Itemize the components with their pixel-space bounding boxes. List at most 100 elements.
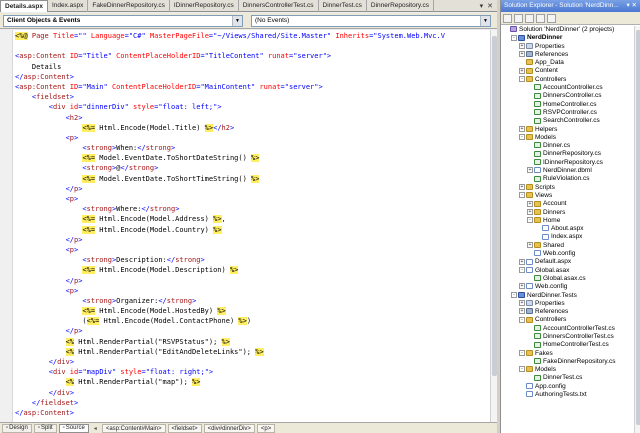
breadcrumb[interactable]: <p> [256,423,276,433]
code-line[interactable]: <%= Model.EventDate.ToShortTimeString() … [15,174,445,184]
document-tab[interactable]: Index.aspx [48,0,89,12]
code-line[interactable]: <%@ Page Title="" Language="C#" MasterPa… [15,31,445,41]
tree-node[interactable]: DinnersController.cs [501,92,634,100]
expand-icon[interactable]: + [519,308,525,315]
expand-icon[interactable]: + [519,42,525,49]
code-line[interactable]: Details [15,62,445,72]
code-text[interactable]: <%@ Page Title="" Language="C#" MasterPa… [15,31,445,418]
code-line[interactable]: <% Html.RenderPartial("EditAndDeleteLink… [15,347,445,357]
code-line[interactable] [15,41,445,51]
collapse-icon[interactable]: - [511,291,517,298]
code-line[interactable]: <%= Html.Encode(Model.Address) %>, [15,214,445,224]
tab-dropdown-icon[interactable]: ▾ [480,2,484,10]
tree-node[interactable]: App.config [501,383,634,391]
document-tab[interactable]: Details.aspx [0,0,48,12]
tree-node[interactable]: - Models [501,134,634,142]
scrollbar-thumb[interactable] [492,36,497,376]
code-line[interactable]: </p> [15,235,445,245]
expand-icon[interactable]: + [519,283,525,290]
code-line[interactable]: <p> [15,133,445,143]
editor-vertical-scrollbar[interactable] [490,30,497,422]
view-split-button[interactable]: ▫ Split [33,423,57,433]
code-line[interactable]: <strong>Description:</strong> [15,255,445,265]
code-line[interactable]: </p> [15,184,445,194]
view-designer-icon[interactable] [547,14,556,23]
breadcrumb-scroll-icon[interactable]: ◂ [91,425,100,432]
expand-icon[interactable]: + [519,300,525,307]
code-line[interactable]: <%= Model.EventDate.ToShortDateString() … [15,153,445,163]
code-line[interactable]: <% Html.RenderPartial("RSVPStatus"); %> [15,337,445,347]
code-line[interactable]: <% Html.RenderPartial("map"); %> [15,377,445,387]
code-line[interactable]: </fieldset> [15,398,445,408]
tree-node[interactable]: + Shared [501,242,634,250]
expand-icon[interactable]: + [519,51,525,58]
view-source-button[interactable]: ▫ Source [58,423,89,433]
breadcrumb[interactable]: <asp:Content#Main> [101,423,166,433]
tree-node[interactable]: DinnerTest.cs [501,374,634,382]
expand-icon[interactable]: + [527,167,533,174]
tree-node[interactable]: + Properties [501,300,634,308]
tree-node[interactable]: Dinner.cs [501,142,634,150]
tree-node[interactable]: - Home [501,217,634,225]
tree-node[interactable]: - Controllers [501,76,634,84]
tree-node[interactable]: - Fakes [501,350,634,358]
code-line[interactable]: <h2> [15,113,445,123]
tree-node[interactable]: - NerdDinner [501,34,634,42]
view-design-button[interactable]: ▫ Design [2,423,32,433]
tree-node[interactable]: - Views [501,192,634,200]
code-line[interactable]: </p> [15,276,445,286]
code-line[interactable]: <asp:Content ID="Main" ContentPlaceHolde… [15,82,445,92]
tree-node[interactable]: AccountController.cs [501,84,634,92]
events-dropdown[interactable]: (No Events) ▼ [251,15,491,27]
document-tab[interactable]: DinnersControllerTest.cs [239,0,319,12]
code-line[interactable]: <div id="mapDiv" style="float: right;"> [15,367,445,377]
code-line[interactable]: <p> [15,286,445,296]
tree-node[interactable]: App_Data [501,59,634,67]
code-line[interactable]: </div> [15,357,445,367]
collapse-icon[interactable]: - [519,366,525,373]
code-line[interactable]: <%= Html.Encode(Model.Title) %></h2> [15,123,445,133]
tree-node[interactable]: + Helpers [501,126,634,134]
chevron-down-icon[interactable]: ▼ [232,16,242,26]
code-line[interactable]: <%= Html.Encode(Model.HostedBy) %> [15,306,445,316]
tree-node[interactable]: + Scripts [501,184,634,192]
refresh-icon[interactable] [525,14,534,23]
breadcrumb[interactable]: <fieldset> [167,423,202,433]
code-line[interactable]: <fieldset> [15,92,445,102]
tree-node[interactable]: + Default.aspx [501,258,634,266]
document-tab[interactable]: DinnerTest.cs [319,0,367,12]
tree-node[interactable]: FakeDinnerRepository.cs [501,358,634,366]
collapse-icon[interactable]: - [527,217,533,224]
code-line[interactable]: <p> [15,245,445,255]
collapse-icon[interactable]: - [519,316,525,323]
tree-node[interactable]: IDinnerRepository.cs [501,159,634,167]
code-line[interactable]: <strong>@</strong> [15,163,445,173]
tree-node[interactable]: SearchController.cs [501,117,634,125]
code-line[interactable]: <%= Html.Encode(Model.Description) %> [15,265,445,275]
document-tab[interactable]: IDinnerRepository.cs [170,0,239,12]
code-line[interactable]: <strong>When:</strong> [15,143,445,153]
code-line[interactable]: (<%= Html.Encode(Model.ContactPhone) %>) [15,316,445,326]
tree-node[interactable]: HomeControllerTest.cs [501,341,634,349]
expand-icon[interactable]: + [527,242,533,248]
solution-explorer-scrollbar[interactable] [634,26,640,433]
chevron-down-icon[interactable]: ▼ [480,16,490,26]
tree-node[interactable]: + References [501,51,634,59]
collapse-icon[interactable]: - [519,76,525,83]
tree-node[interactable]: + Content [501,67,634,75]
properties-icon[interactable] [503,14,512,23]
expand-icon[interactable]: + [519,258,525,265]
tree-node[interactable]: - Global.asax [501,267,634,275]
expand-icon[interactable]: + [527,200,533,207]
tree-node[interactable]: HomeController.cs [501,101,634,109]
tree-node[interactable]: Solution 'NerdDinner' (2 projects) [501,26,634,34]
code-line[interactable]: <div id="dinnerDiv" style="float: left;"… [15,102,445,112]
tree-node[interactable]: RSVPController.cs [501,109,634,117]
tree-node[interactable]: DinnersControllerTest.cs [501,333,634,341]
code-line[interactable]: <asp:Content ID="Title" ContentPlaceHold… [15,51,445,61]
code-line[interactable]: <strong>Where:</strong> [15,204,445,214]
tree-node[interactable]: Index.aspx [501,233,634,241]
tree-node[interactable]: - Models [501,366,634,374]
code-line[interactable]: <%= Html.Encode(Model.Country) %> [15,225,445,235]
tree-node[interactable]: About.aspx [501,225,634,233]
